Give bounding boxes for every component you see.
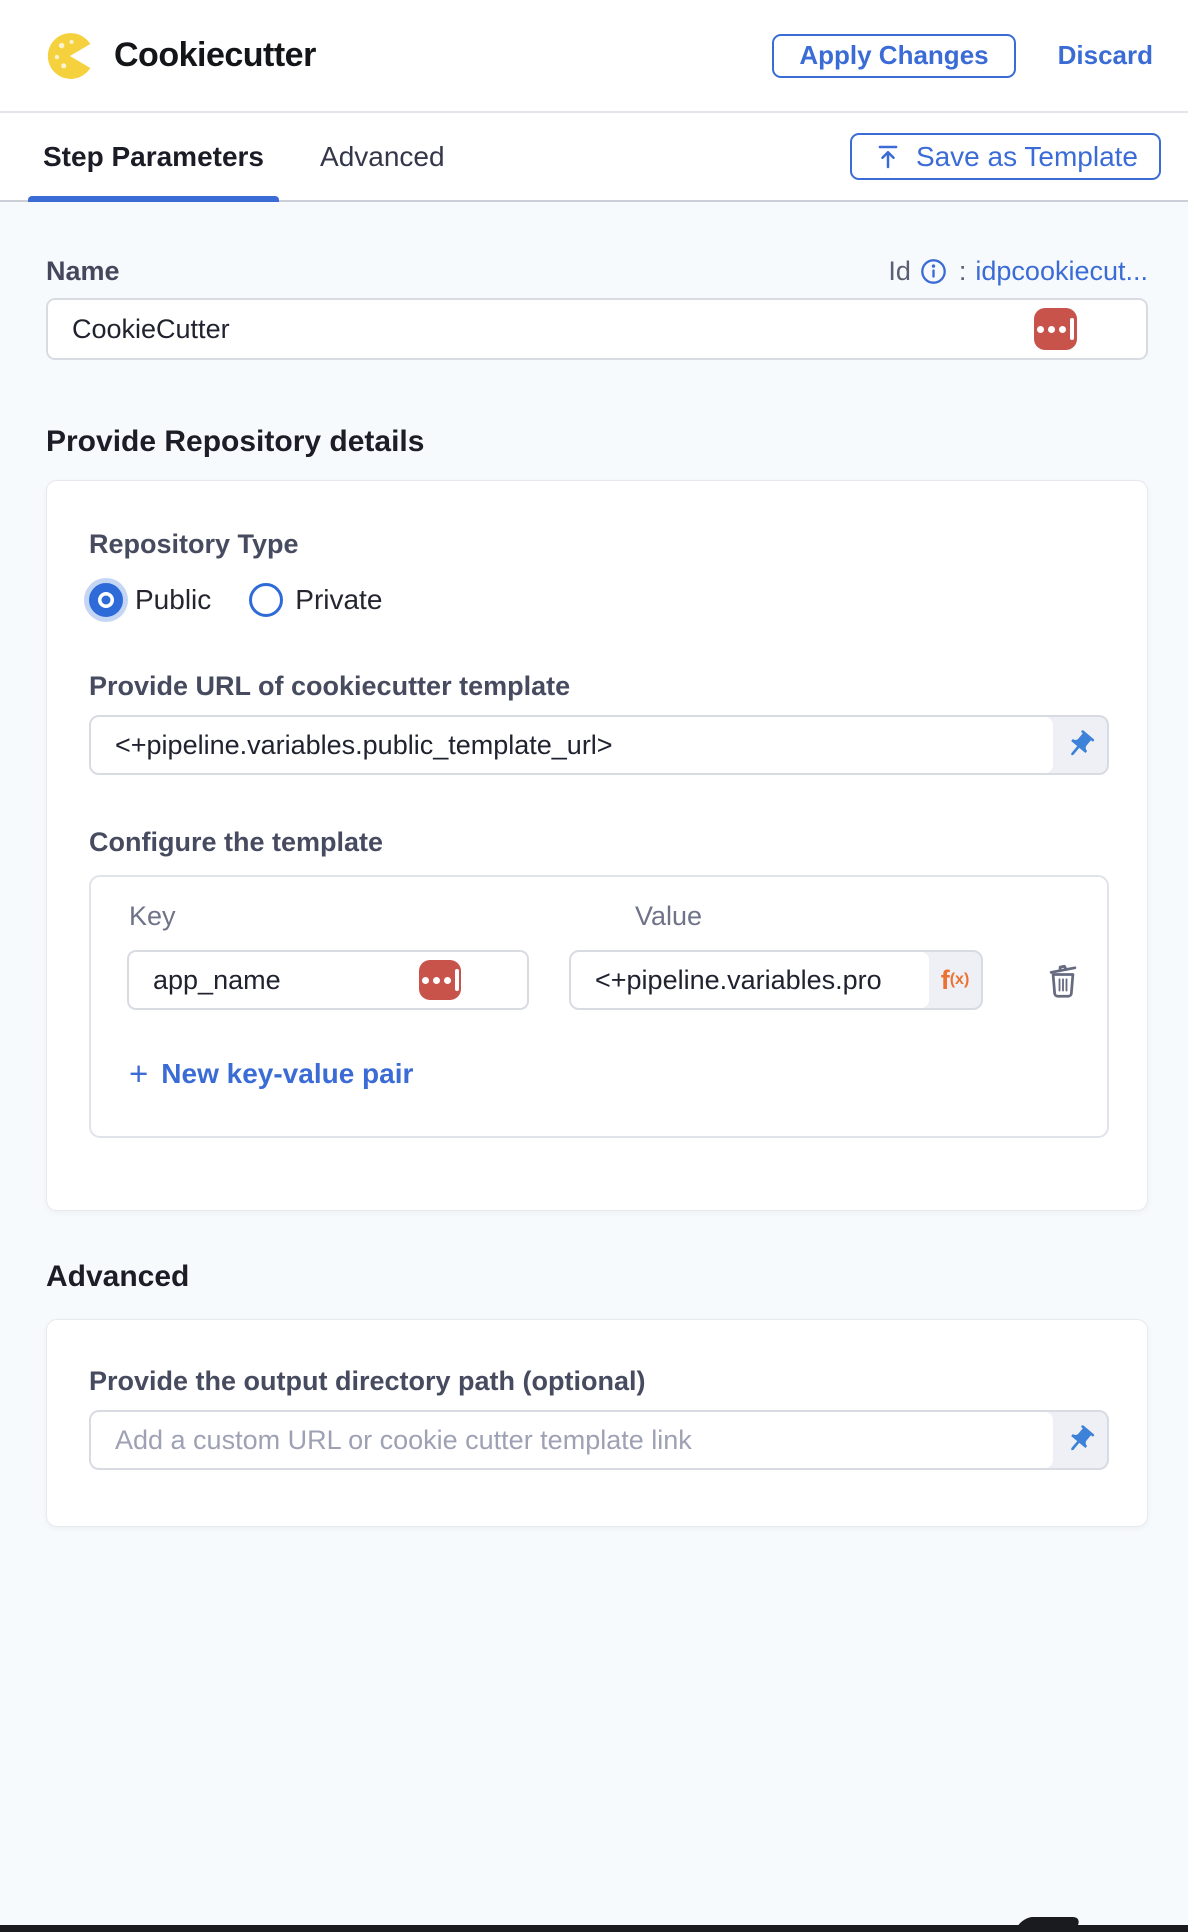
- advanced-card: Provide the output directory path (optio…: [46, 1319, 1148, 1527]
- save-as-template-label: Save as Template: [916, 141, 1138, 173]
- radio-private-unchecked[interactable]: [249, 583, 283, 617]
- value-column-header: Value: [635, 901, 702, 932]
- plus-icon: +: [129, 1060, 148, 1088]
- expression-fx-icon[interactable]: f(x): [929, 952, 981, 1008]
- add-key-value-button[interactable]: + New key-value pair: [129, 1058, 413, 1090]
- fixed-value-icon[interactable]: [419, 960, 461, 1000]
- tab-step-parameters[interactable]: Step Parameters: [28, 113, 279, 200]
- radio-option-public[interactable]: Public: [89, 583, 211, 617]
- repository-section-heading: Provide Repository details: [46, 424, 1148, 460]
- bottom-screen-edge: [0, 1925, 1188, 1932]
- output-directory-input[interactable]: [91, 1412, 1053, 1468]
- tab-bar: Step Parameters Advanced Save as Templat…: [0, 113, 1188, 202]
- key-value-row: f(x): [111, 950, 1077, 1010]
- key-input-wrap: [127, 950, 529, 1010]
- step-id-value[interactable]: idpcookiecut...: [975, 256, 1148, 287]
- advanced-section-heading: Advanced: [46, 1259, 1148, 1295]
- value-input[interactable]: [571, 952, 929, 1008]
- pin-icon[interactable]: [1053, 1412, 1107, 1468]
- radio-public-checked[interactable]: [89, 583, 123, 617]
- fixed-value-icon[interactable]: [1034, 308, 1077, 350]
- key-value-card: Key Value f(x): [89, 875, 1109, 1138]
- key-input[interactable]: [127, 950, 529, 1010]
- add-key-value-label: New key-value pair: [161, 1058, 413, 1090]
- radio-option-private[interactable]: Private: [249, 583, 382, 617]
- step-id-chunk: Id : idpcookiecut...: [888, 256, 1148, 287]
- radio-public-label: Public: [135, 584, 211, 616]
- id-colon: :: [959, 256, 967, 287]
- tab-advanced[interactable]: Advanced: [305, 113, 460, 200]
- template-url-input-shell: [89, 715, 1109, 775]
- template-url-label: Provide URL of cookiecutter template: [89, 669, 1109, 703]
- name-input-wrap: [46, 298, 1148, 360]
- template-url-input[interactable]: [91, 717, 1053, 773]
- name-id-row: Name Id : idpcookiecut...: [46, 254, 1148, 288]
- panel-title: Cookiecutter: [114, 36, 316, 75]
- key-column-header: Key: [129, 901, 569, 932]
- radio-private-label: Private: [295, 584, 382, 616]
- apply-changes-button[interactable]: Apply Changes: [772, 34, 1015, 78]
- panel-header: Cookiecutter Apply Changes Discard: [0, 0, 1188, 113]
- cookiecutter-step-panel: Cookiecutter Apply Changes Discard Step …: [0, 0, 1188, 1932]
- id-label: Id: [888, 256, 911, 287]
- name-label: Name: [46, 256, 120, 287]
- key-value-headers: Key Value: [111, 901, 1077, 932]
- output-directory-input-shell: [89, 1410, 1109, 1470]
- output-directory-label: Provide the output directory path (optio…: [89, 1364, 1109, 1398]
- repository-card: Repository Type Public Private Provide U…: [46, 480, 1148, 1211]
- trash-icon[interactable]: [1041, 957, 1085, 1003]
- step-parameters-form: Name Id : idpcookiecut... P: [0, 202, 1188, 1932]
- repository-type-label: Repository Type: [89, 527, 1109, 561]
- pin-icon[interactable]: [1053, 717, 1107, 773]
- discard-button[interactable]: Discard: [1058, 40, 1153, 71]
- save-as-template-button[interactable]: Save as Template: [850, 133, 1161, 180]
- configure-template-label: Configure the template: [89, 825, 1109, 859]
- name-input[interactable]: [46, 298, 1148, 360]
- info-icon[interactable]: [920, 258, 947, 285]
- upload-icon: [873, 142, 903, 172]
- value-input-shell: f(x): [569, 950, 983, 1010]
- cookiecutter-logo-icon: [46, 31, 96, 81]
- repository-type-radios: Public Private: [89, 583, 1109, 617]
